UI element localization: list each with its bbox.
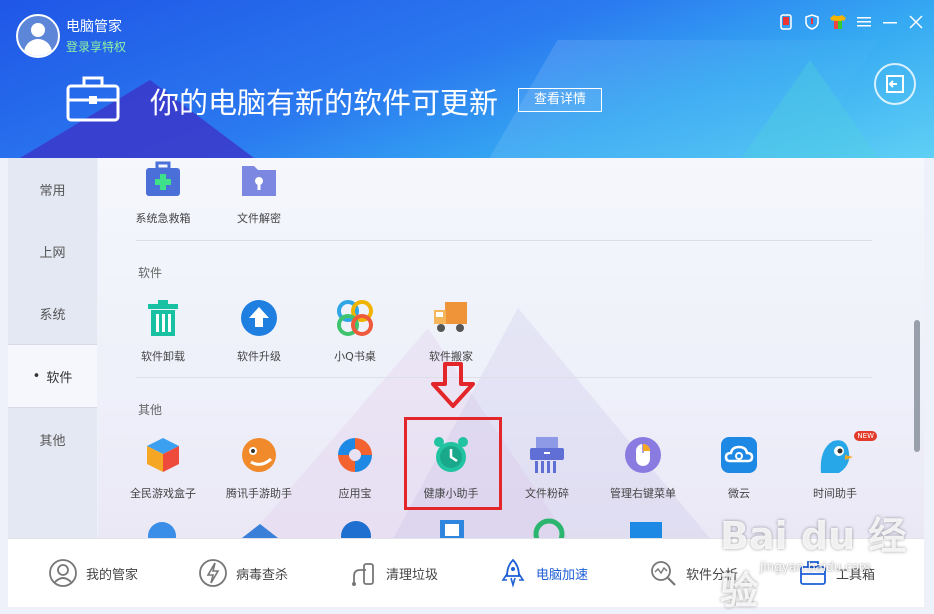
- scrollbar[interactable]: [914, 320, 920, 452]
- phone-icon[interactable]: [776, 12, 796, 32]
- down-arrow-annotation-icon: [431, 362, 475, 408]
- section-divider: [136, 377, 872, 378]
- partial-tool-icon: [440, 520, 464, 538]
- menu-icon[interactable]: [854, 12, 874, 32]
- sidebar-item-software[interactable]: • 软件: [8, 344, 97, 408]
- trash-icon: [148, 300, 178, 336]
- bird-icon: [820, 440, 853, 473]
- partial-tool-icon: [533, 518, 565, 538]
- mobile-game-mascot-icon: [242, 438, 276, 472]
- watermark-url: jingyan.baidu.com: [760, 560, 871, 574]
- sidebar-item-common[interactable]: 常用: [8, 158, 97, 220]
- section-divider: [136, 240, 872, 241]
- app-title: 电脑管家: [66, 19, 122, 35]
- rocket-icon: [501, 558, 525, 588]
- tool-context-menu-manager[interactable]: 管理右键菜单: [595, 435, 691, 501]
- vacuum-icon: [352, 563, 374, 586]
- promo-text: 你的电脑有新的软件可更新: [150, 86, 499, 120]
- clover-icon: [337, 300, 373, 336]
- shredder-icon: [530, 437, 564, 473]
- section-title-other: 其他: [138, 403, 163, 417]
- tool-panel: 系统急救箱 文件解密 软件 软件卸载 软件升级 小Q书桌 软件搬家 其他 全民游…: [98, 158, 924, 538]
- locked-folder-icon: [242, 166, 276, 196]
- titlebar-controls: [776, 12, 926, 32]
- minimize-icon[interactable]: [880, 12, 900, 32]
- login-link[interactable]: 登录享特权: [66, 38, 126, 55]
- new-badge: NEW: [854, 431, 877, 441]
- nav-my-butler[interactable]: 我的管家: [48, 558, 168, 588]
- upgrade-arrow-icon: [241, 300, 277, 336]
- first-aid-kit-icon: [146, 161, 180, 196]
- mouse-icon: [625, 437, 661, 473]
- tool-weiyun[interactable]: 微云: [691, 435, 787, 501]
- shirt-icon[interactable]: [828, 12, 848, 32]
- sidebar-item-internet[interactable]: 上网: [8, 220, 97, 282]
- butler-icon: [49, 559, 77, 587]
- partial-tool-icon: [148, 522, 176, 538]
- tool-mobile-game-assistant[interactable]: 腾讯手游助手: [211, 435, 307, 501]
- game-cube-icon: [147, 438, 179, 472]
- tool-game-box[interactable]: 全民游戏盒子: [115, 435, 211, 501]
- active-dot-icon: •: [32, 368, 41, 384]
- tool-move-software[interactable]: 软件搬家: [403, 298, 499, 364]
- close-icon[interactable]: [906, 12, 926, 32]
- nav-virus-scan[interactable]: 病毒查杀: [198, 558, 318, 588]
- tool-uninstall[interactable]: 软件卸载: [115, 298, 211, 364]
- app-store-icon: [338, 438, 372, 472]
- section-title-software: 软件: [138, 266, 163, 280]
- partial-tool-icon: [630, 522, 662, 538]
- tool-app-store[interactable]: 应用宝: [307, 435, 403, 501]
- header-banner: 电脑管家 登录享特权 你的电脑有新的软件可更新 查看详情: [0, 0, 934, 158]
- sidebar-item-other[interactable]: 其他: [8, 408, 97, 470]
- partial-tool-icon: [242, 524, 278, 538]
- nav-speed-up[interactable]: 电脑加速: [498, 558, 618, 588]
- moving-truck-icon: [434, 302, 467, 332]
- virus-scan-icon: [199, 559, 227, 587]
- tool-upgrade[interactable]: 软件升级: [211, 298, 307, 364]
- avatar[interactable]: [16, 14, 60, 58]
- category-sidebar: 常用 上网 系统 • 软件 其他: [8, 158, 97, 538]
- tool-file-shredder[interactable]: 文件粉碎: [499, 435, 595, 501]
- magnifier-icon: [651, 561, 676, 586]
- sidebar-item-system[interactable]: 系统: [8, 282, 97, 344]
- nav-clean-junk[interactable]: 清理垃圾: [348, 558, 468, 588]
- highlight-annotation-box: [404, 417, 502, 510]
- tool-q-desk[interactable]: 小Q书桌: [307, 298, 403, 364]
- tool-time-assistant[interactable]: NEW 时间助手: [787, 431, 883, 501]
- view-details-button[interactable]: 查看详情: [518, 88, 602, 112]
- toolbox-icon: [66, 76, 120, 122]
- cloud-icon: [721, 437, 757, 473]
- partial-tool-icon: [341, 521, 371, 538]
- exit-icon[interactable]: [874, 63, 916, 105]
- tool-first-aid-kit[interactable]: 系统急救箱: [115, 160, 211, 226]
- shield-badge-icon[interactable]: [802, 12, 822, 32]
- tool-file-decrypt[interactable]: 文件解密: [211, 160, 307, 226]
- app-window: 电脑管家 登录享特权 你的电脑有新的软件可更新 查看详情 常用 上网 系统 • …: [0, 0, 934, 614]
